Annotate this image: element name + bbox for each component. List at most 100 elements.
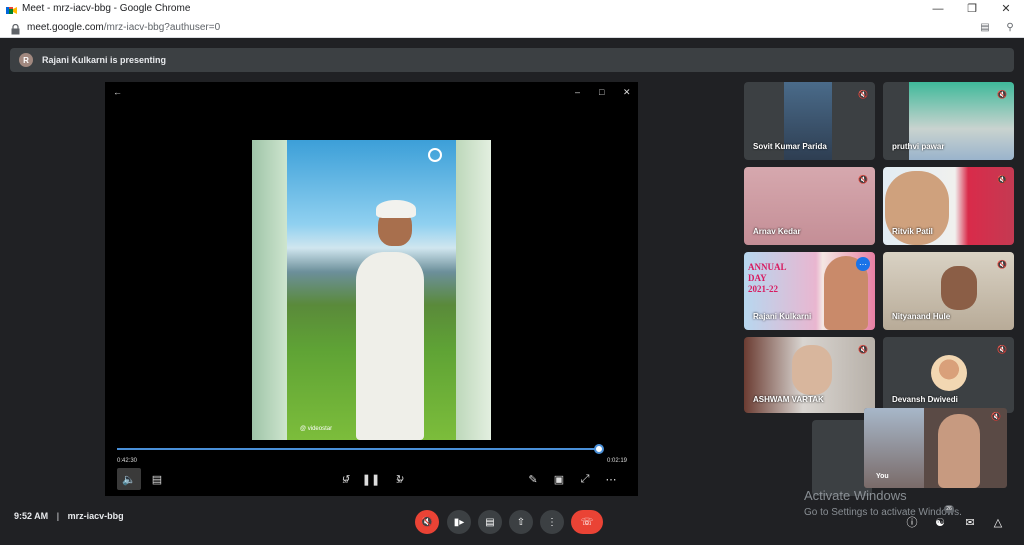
url-path: /mrz-iacv-bbg?authuser=0 [103, 21, 221, 33]
chat-icon[interactable]: ✉ [962, 514, 978, 530]
mic-off-icon: 🔇 [997, 89, 1007, 99]
lock-icon [11, 22, 20, 34]
participant-tile[interactable]: 🔇 Arnav Kedar [744, 167, 875, 245]
participant-name: Arnav Kedar [753, 227, 801, 236]
participant-tile[interactable]: 🔇 Sovit Kumar Parida [744, 82, 875, 160]
participant-name: Ritvik Patil [892, 227, 933, 236]
captions-toggle-button[interactable]: ▤ [478, 510, 502, 534]
participant-tile[interactable]: 🔇 ASHWAM VARTAK [744, 337, 875, 413]
mic-off-icon: 🔇 [997, 259, 1007, 269]
close-window-button[interactable]: ✕ [990, 0, 1022, 17]
url-text[interactable]: meet.google.com/mrz-iacv-bbg?authuser=0 [27, 22, 220, 33]
separator: | [56, 511, 60, 521]
close-player-icon[interactable]: ✕ [623, 86, 631, 98]
hang-up-icon: ☏ [580, 516, 594, 528]
pen-icon: ✎ [528, 473, 538, 486]
captions-icon: ▤ [151, 473, 163, 486]
mic-off-icon: 🔇 [997, 344, 1007, 354]
total-duration: 0:02:19 [607, 458, 628, 464]
meeting-info: 9:52 AM | mrz-iacv-bbg [14, 511, 124, 521]
poster-text: ANNUAL DAY 2021-22 [748, 262, 787, 295]
self-tile-background [812, 420, 872, 496]
meeting-details-icon[interactable]: ⓘ [904, 514, 920, 530]
participant-tile[interactable]: 🔇 Nityanand Hule [883, 252, 1014, 330]
url-host: meet.google.com [27, 21, 104, 33]
more-horizontal-icon: ⋯ [605, 473, 617, 486]
window-title: Meet - mrz-iacv-bbg - Google Chrome [22, 3, 191, 14]
maximize-player-icon[interactable]: □ [599, 86, 604, 98]
pause-icon: ❚❚ [361, 473, 381, 486]
mic-off-icon: 🔇 [858, 174, 868, 184]
more-options-button[interactable]: ⋯ [603, 470, 619, 488]
window-titlebar: Meet - mrz-iacv-bbg - Google Chrome [0, 0, 1024, 17]
elapsed-time: 0:42:30 [117, 458, 138, 464]
mic-off-icon: 🔇 [991, 412, 1001, 421]
video-frame[interactable]: @ videostar [252, 140, 491, 440]
present-button[interactable]: ⇧ [509, 510, 533, 534]
participant-tile[interactable]: ANNUAL DAY 2021-22 ⋯ Rajani Kulkarni [744, 252, 875, 330]
self-video-person [938, 414, 980, 488]
presenting-banner: R Rajani Kulkarni is presenting [10, 48, 1014, 72]
zoom-icon[interactable]: ⚲ [1003, 20, 1017, 34]
mic-off-icon: 🔇 [858, 89, 868, 99]
captions-button[interactable]: ▤ [149, 470, 165, 488]
participant-video [792, 345, 832, 395]
minimize-button[interactable]: — [922, 0, 954, 17]
activities-icon[interactable]: △ [990, 514, 1006, 530]
more-options-button[interactable]: ⋮ [540, 510, 564, 534]
video-watermark: @ videostar [300, 426, 333, 432]
camera-permission-icon[interactable]: ▤ [978, 20, 992, 34]
back-arrow-icon[interactable]: ← [113, 86, 122, 98]
rewind-seconds: 10 [342, 479, 348, 485]
speaker-icon: 🔈 [122, 473, 136, 486]
self-view[interactable]: 🔇 You [864, 408, 1007, 488]
restore-button[interactable]: ❐ [956, 0, 988, 17]
presenting-text: Rajani Kulkarni is presenting [42, 55, 167, 65]
progress-bar[interactable] [117, 448, 599, 450]
mic-off-icon: 🔇 [420, 516, 434, 528]
presentation-area: ← – □ ✕ @ videostar 0:42:30 0:02:19 🔈 ▤ … [105, 82, 638, 496]
participant-tile[interactable]: 🔇 Ritvik Patil [883, 167, 1014, 245]
participant-tile[interactable]: 🔇 Devansh Dwivedi [883, 337, 1014, 413]
rewind-button[interactable]: ↺ 10 [335, 470, 355, 488]
current-time: 9:52 AM [14, 511, 49, 521]
pen-button[interactable]: ✎ [525, 470, 541, 488]
participant-name: Devansh Dwivedi [892, 395, 958, 404]
more-vertical-icon: ⋮ [547, 516, 557, 528]
mic-off-icon: 🔇 [997, 174, 1007, 184]
minimize-icon: — [932, 2, 944, 15]
fullscreen-icon: ⤢ [580, 472, 590, 485]
participant-name: Nityanand Hule [892, 312, 951, 321]
activate-windows-title: Activate Windows [804, 488, 907, 503]
volume-button[interactable]: 🔈 [117, 468, 141, 490]
leave-call-button[interactable]: ☏ [571, 510, 603, 534]
mic-off-icon: 🔇 [858, 344, 868, 354]
minimize-player-icon[interactable]: – [575, 86, 580, 98]
miniplayer-icon: ▣ [553, 473, 565, 486]
camera-button[interactable]: ▮▸ [447, 510, 471, 534]
forward-button[interactable]: ↻ 30 [389, 470, 409, 488]
microphone-button[interactable]: 🔇 [415, 510, 439, 534]
captions-icon: ▤ [485, 516, 495, 528]
fullscreen-button[interactable]: ⤢ [577, 470, 593, 488]
restore-icon: ❐ [967, 3, 977, 15]
participant-name: pruthvi pawar [892, 142, 945, 151]
people-count-badge: 26 [944, 505, 954, 513]
participant-name: Sovit Kumar Parida [753, 142, 827, 151]
self-name: You [876, 473, 889, 480]
address-bar[interactable]: meet.google.com/mrz-iacv-bbg?authuser=0 [0, 17, 1024, 38]
camera-icon: ▮▸ [453, 516, 465, 528]
poster-line: DAY [748, 273, 767, 283]
miniplayer-button[interactable]: ▣ [551, 470, 567, 488]
people-icon[interactable]: ☯ [932, 514, 948, 530]
participant-name: ASHWAM VARTAK [753, 395, 824, 404]
participant-tile[interactable]: 🔇 pruthvi pawar [883, 82, 1014, 160]
more-options-icon[interactable]: ⋯ [856, 257, 870, 271]
pause-button[interactable]: ❚❚ [361, 470, 381, 488]
participant-avatar [931, 355, 967, 391]
progress-handle[interactable] [594, 444, 604, 454]
participant-name: Rajani Kulkarni [753, 312, 812, 321]
video-child-cap [376, 200, 416, 218]
close-icon: ✕ [1001, 3, 1011, 15]
video-logo-icon [428, 148, 442, 162]
